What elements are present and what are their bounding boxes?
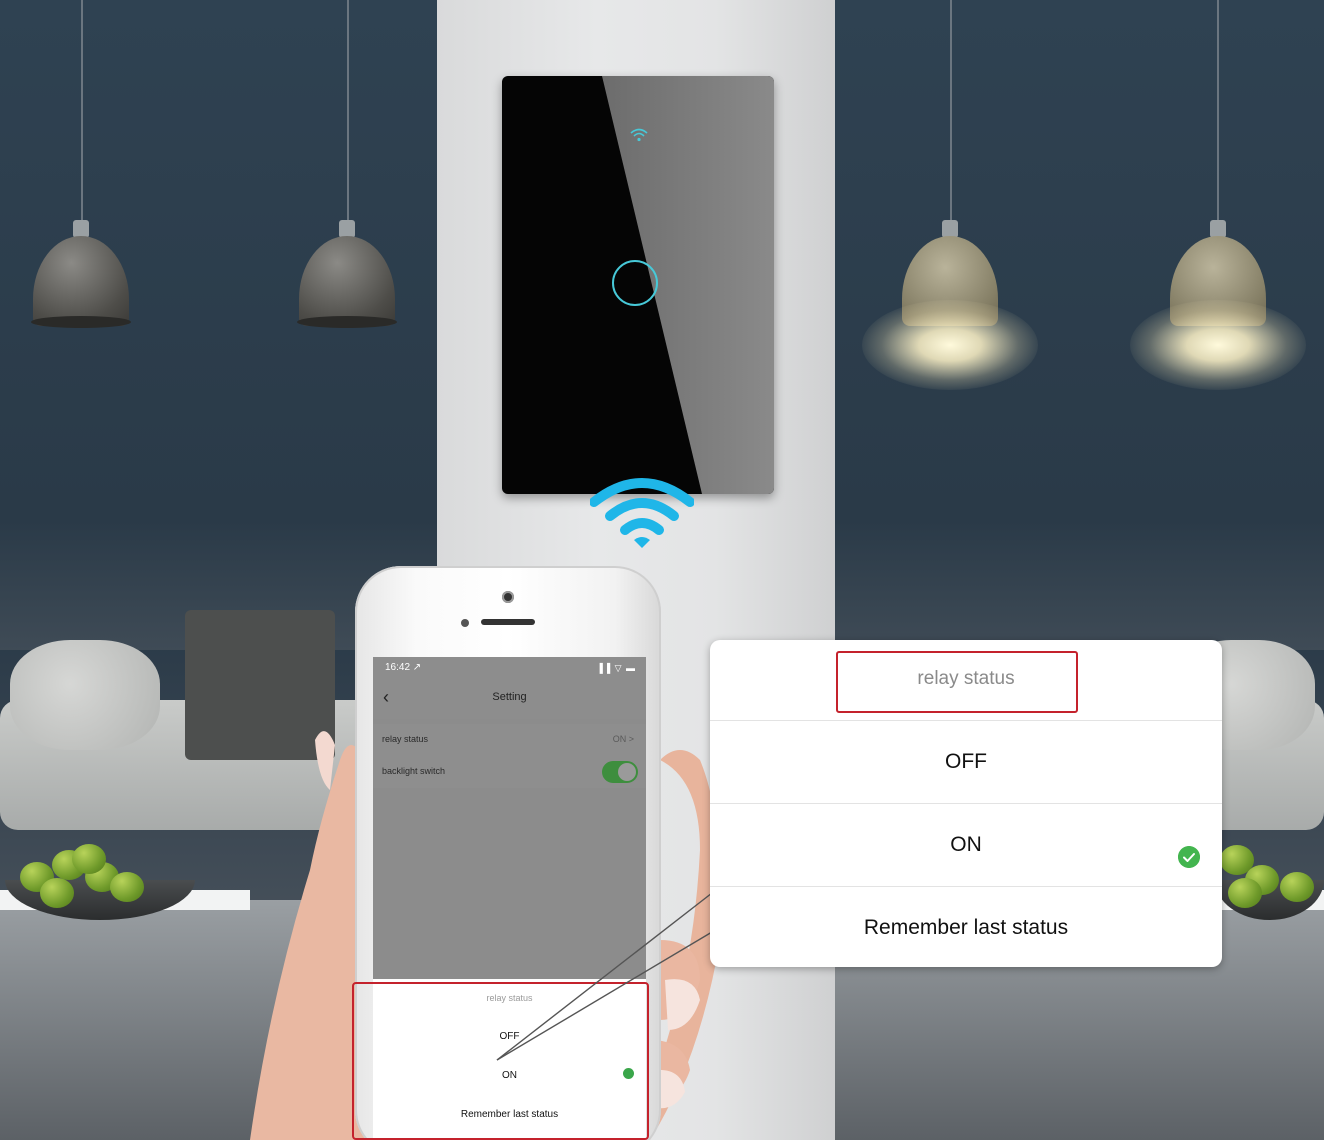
check-icon — [1178, 846, 1200, 868]
smart-switch-scene: 16:42 ↗ ▐▐ ▽ ▬ ‹ Setting relay status ON… — [0, 0, 1324, 1140]
callout-option-off[interactable]: OFF — [710, 750, 1222, 774]
callout-option-remember[interactable]: Remember last status — [710, 916, 1222, 940]
callout-pointer — [496, 892, 713, 1061]
callout-option-on[interactable]: ON — [710, 833, 1222, 857]
highlight-box-callout — [836, 651, 1078, 713]
